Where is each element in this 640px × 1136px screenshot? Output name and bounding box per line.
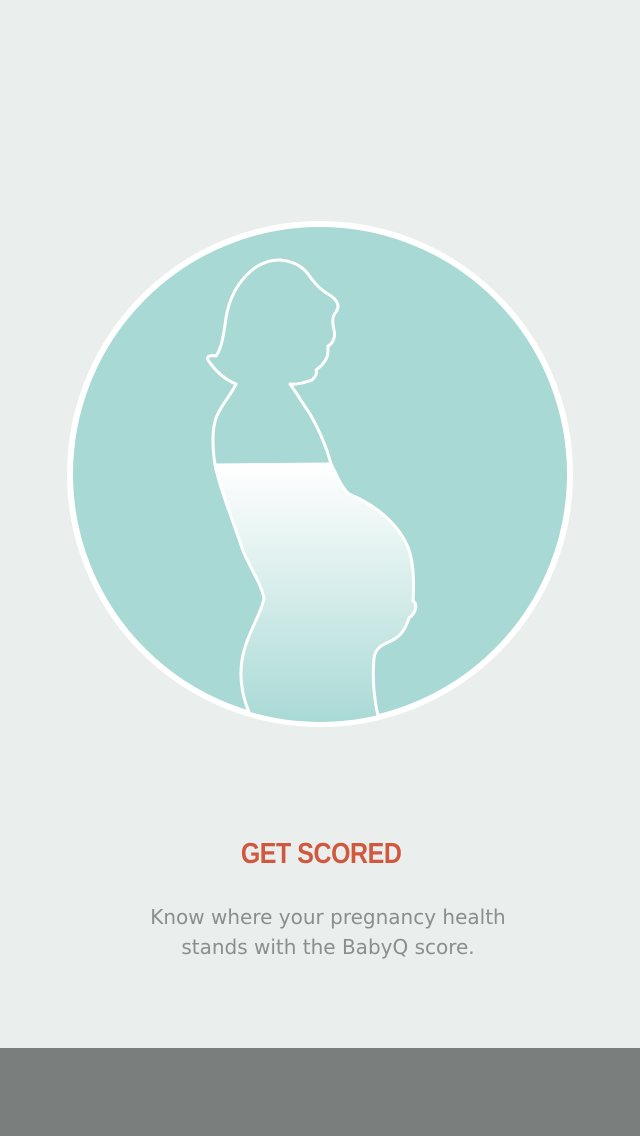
bottom-bar <box>0 1048 640 1136</box>
onboarding-screen: GET SCORED Know where your pregnancy hea… <box>0 0 640 1136</box>
page-description: Know where your pregnancy health stands … <box>150 905 506 959</box>
page-title: GET SCORED <box>240 838 402 870</box>
pregnant-woman-silhouette-icon <box>66 220 574 728</box>
garment-top-line <box>214 462 332 467</box>
